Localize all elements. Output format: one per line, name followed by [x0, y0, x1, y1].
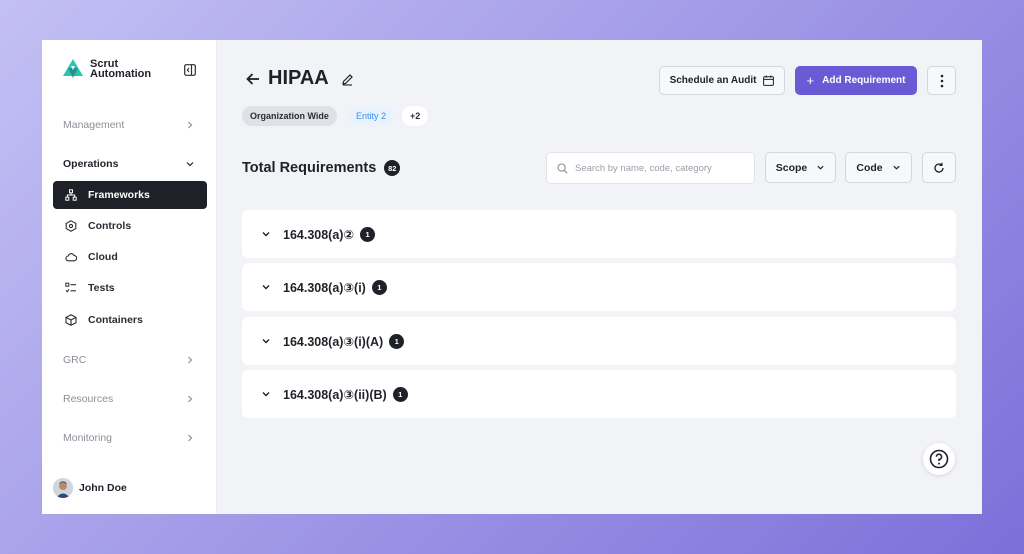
refresh-icon: [934, 162, 944, 173]
sidebar-item-controls[interactable]: Controls: [53, 212, 207, 240]
nav-section-monitoring[interactable]: Monitoring: [63, 432, 195, 444]
chevron-down-icon: [186, 162, 194, 167]
sidebar-item-cloud[interactable]: Cloud: [53, 243, 207, 271]
nav-section-label: Management: [63, 119, 125, 131]
chevron-down-icon[interactable]: [261, 282, 271, 292]
back-arrow-icon[interactable]: [245, 71, 261, 87]
requirement-code: 164.308(a)②: [283, 227, 355, 242]
page-title: HIPAA: [268, 67, 329, 89]
schedule-audit-button[interactable]: Schedule an Audit: [659, 66, 785, 95]
sidebar-item-label: Controls: [88, 220, 132, 232]
chip-entity[interactable]: Entity 2: [348, 106, 395, 126]
user-avatar-icon: [53, 478, 73, 498]
sidebar-item-containers[interactable]: Containers: [53, 306, 207, 334]
edit-pencil-icon[interactable]: [341, 73, 354, 86]
sidebar: Scrut Automation Management Operations F…: [42, 40, 217, 514]
help-question-icon: [929, 449, 949, 469]
chevron-down-icon[interactable]: [261, 336, 271, 346]
scope-dropdown[interactable]: Scope: [765, 152, 836, 183]
search-input[interactable]: [575, 162, 745, 174]
code-dropdown-label: Code: [856, 161, 883, 174]
more-options-button[interactable]: [927, 66, 956, 95]
brand[interactable]: Scrut Automation: [62, 58, 160, 80]
sitemap-icon: [65, 189, 77, 201]
more-vertical-icon: [940, 74, 943, 87]
sidebar-item-tests[interactable]: Tests: [53, 274, 207, 302]
calendar-icon: [763, 75, 775, 86]
requirement-code: 164.308(a)③(ii)(B): [283, 387, 387, 402]
sidebar-collapse-icon[interactable]: [184, 64, 196, 76]
brand-name-line2: Automation: [90, 68, 152, 80]
sidebar-item-label: Cloud: [88, 251, 118, 263]
nav-section-operations[interactable]: Operations: [63, 158, 195, 170]
sidebar-item-label: Frameworks: [88, 189, 150, 201]
requirement-count-badge: 1: [392, 386, 408, 402]
requirement-count-badge: 1: [389, 333, 405, 349]
avatar: [53, 478, 73, 498]
total-count-badge: 82: [384, 160, 401, 176]
brand-name: Scrut Automation: [90, 59, 160, 80]
nav-section-resources[interactable]: Resources: [63, 393, 195, 405]
nav-section-label: Resources: [63, 393, 114, 405]
chevron-down-icon[interactable]: [261, 229, 271, 239]
add-requirement-label: Add Requirement: [822, 75, 906, 86]
chevron-down-icon: [817, 165, 824, 170]
plus-icon: +: [806, 73, 815, 88]
sidebar-item-frameworks[interactable]: Frameworks: [53, 181, 207, 209]
nav-section-label: Monitoring: [63, 432, 113, 444]
requirement-row[interactable]: 164.308(a)③(ii)(B) 1: [242, 370, 956, 418]
chevron-right-icon: [188, 434, 193, 442]
chevron-right-icon: [188, 121, 193, 129]
scrut-logo-icon: [63, 59, 83, 78]
refresh-button[interactable]: [922, 152, 956, 183]
requirement-code: 164.308(a)③(i): [283, 280, 366, 295]
total-requirements-label: Total Requirements: [242, 160, 377, 176]
hexagon-icon: [65, 220, 77, 232]
add-requirement-button[interactable]: + Add Requirement: [795, 66, 917, 95]
requirement-row[interactable]: 164.308(a)③(i)(A) 1: [242, 317, 956, 365]
nav-section-management[interactable]: Management: [63, 119, 195, 131]
schedule-audit-label: Schedule an Audit: [669, 75, 757, 86]
nav-section-grc[interactable]: GRC: [63, 354, 195, 366]
requirement-row[interactable]: 164.308(a)② 1: [242, 210, 956, 258]
nav-section-label: Operations: [63, 158, 119, 170]
search-icon: [557, 162, 568, 174]
box-icon: [65, 314, 77, 326]
chevron-right-icon: [188, 356, 193, 364]
nav-section-label: GRC: [63, 354, 87, 366]
chevron-down-icon[interactable]: [261, 389, 271, 399]
user-name: John Doe: [79, 482, 127, 494]
chevron-right-icon: [188, 395, 193, 403]
scope-dropdown-label: Scope: [775, 161, 808, 174]
sidebar-item-label: Tests: [88, 282, 115, 294]
chip-organization-wide[interactable]: Organization Wide: [242, 106, 337, 126]
requirement-count-badge: 1: [371, 279, 387, 295]
app-window: Scrut Automation Management Operations F…: [42, 40, 982, 514]
cloud-icon: [65, 253, 77, 262]
requirement-row[interactable]: 164.308(a)③(i) 1: [242, 263, 956, 311]
checklist-icon: [65, 282, 76, 293]
main-content: HIPAA Organization Wide Entity 2 +2 Sche…: [217, 40, 982, 514]
search-box[interactable]: [546, 152, 755, 184]
chevron-down-icon: [893, 165, 900, 170]
requirement-count-badge: 1: [360, 226, 376, 242]
help-button[interactable]: [923, 443, 955, 475]
chip-more[interactable]: +2: [402, 106, 429, 126]
code-dropdown[interactable]: Code: [845, 152, 912, 183]
requirement-code: 164.308(a)③(i)(A): [283, 334, 384, 349]
sidebar-item-label: Containers: [88, 314, 143, 326]
total-requirements: Total Requirements 82: [242, 160, 401, 176]
user-profile[interactable]: John Doe: [53, 478, 127, 498]
